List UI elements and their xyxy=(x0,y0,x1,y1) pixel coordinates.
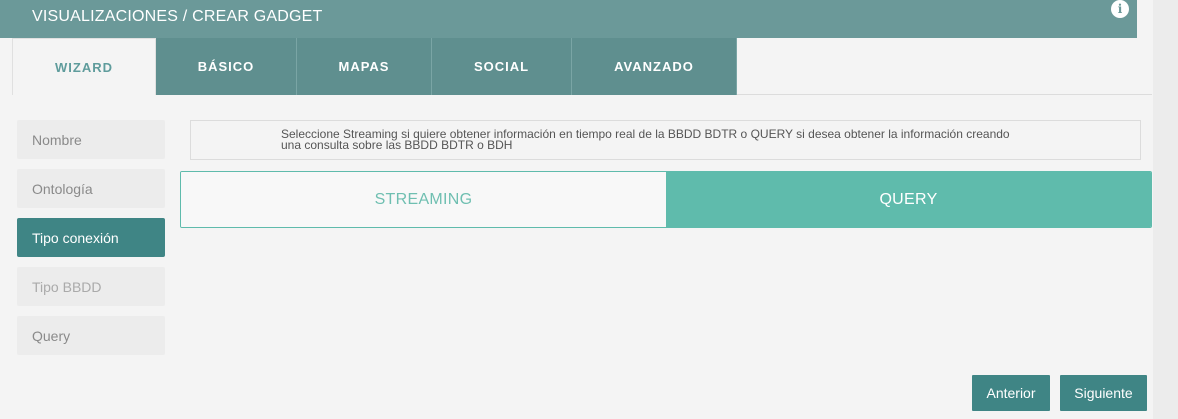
tab-mapas[interactable]: MAPAS xyxy=(297,38,432,95)
tab-wizard[interactable]: WIZARD xyxy=(12,38,156,95)
wizard-steps: Nombre Ontología Tipo conexión Tipo BBDD… xyxy=(17,120,165,365)
streaming-option[interactable]: STREAMING xyxy=(181,172,666,227)
next-button[interactable]: Siguiente xyxy=(1060,375,1147,411)
help-text-box: Seleccione Streaming si quiere obtener i… xyxy=(190,120,1141,160)
connection-type-toggle: STREAMING QUERY xyxy=(180,171,1152,228)
query-option[interactable]: QUERY xyxy=(666,172,1151,227)
step-nombre[interactable]: Nombre xyxy=(17,120,165,159)
info-icon[interactable]: i xyxy=(1111,0,1129,18)
page: VISUALIZACIONES / CREAR GADGET i WIZARD … xyxy=(0,0,1178,419)
header-bar: VISUALIZACIONES / CREAR GADGET xyxy=(0,0,1137,38)
tab-divider xyxy=(737,94,1152,95)
tab-bar: WIZARD BÁSICO MAPAS SOCIAL AVANZADO xyxy=(12,38,737,95)
help-line-2: una consulta sobre las BBDD BDTR o BDH xyxy=(281,138,513,152)
step-ontologia[interactable]: Ontología xyxy=(17,169,165,208)
tab-basico[interactable]: BÁSICO xyxy=(156,38,297,95)
scroll-area xyxy=(1153,0,1178,419)
previous-button[interactable]: Anterior xyxy=(972,375,1050,411)
step-tipo-bbdd: Tipo BBDD xyxy=(17,267,165,306)
page-title: VISUALIZACIONES / CREAR GADGET xyxy=(32,8,323,25)
tab-avanzado[interactable]: AVANZADO xyxy=(572,38,737,95)
step-query[interactable]: Query xyxy=(17,316,165,355)
step-tipo-conexion[interactable]: Tipo conexión xyxy=(17,218,165,257)
tab-social[interactable]: SOCIAL xyxy=(432,38,572,95)
